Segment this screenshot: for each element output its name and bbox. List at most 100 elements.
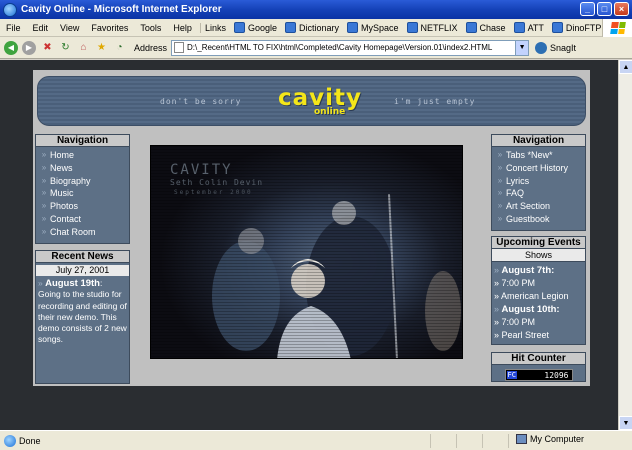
back-arrow-icon[interactable]: ◀ bbox=[4, 40, 18, 55]
event-date: » August 10th: bbox=[494, 304, 560, 315]
address-dropdown-icon[interactable]: ▼ bbox=[516, 39, 530, 56]
event-place: » American Legion bbox=[494, 291, 569, 301]
right-nav-heading: Navigation bbox=[492, 135, 585, 147]
maximize-button[interactable]: □ bbox=[597, 2, 612, 16]
history-icon[interactable]: ◔ bbox=[113, 41, 126, 54]
status-bar: Done My Computer bbox=[0, 430, 632, 450]
scroll-up-icon[interactable]: ▲ bbox=[619, 60, 632, 74]
link-chase[interactable]: Chase bbox=[462, 22, 510, 33]
window-controls: _ □ × bbox=[580, 2, 629, 16]
news-entry: » August 19th: Going to the studio for r… bbox=[38, 278, 127, 345]
refresh-icon[interactable]: ↻ bbox=[59, 41, 72, 54]
ie-icon bbox=[3, 2, 17, 17]
nav-item-biography[interactable]: » Biography bbox=[38, 175, 129, 188]
photo-caption-names: Seth Colin Devin bbox=[170, 178, 264, 187]
nav-item-art-section[interactable]: » Art Section bbox=[494, 200, 585, 213]
security-zone: My Computer bbox=[516, 434, 584, 444]
link-att[interactable]: ATT bbox=[510, 22, 548, 33]
nav-item-chat-room[interactable]: » Chat Room bbox=[38, 226, 129, 239]
nav-item-tabs[interactable]: » Tabs *New* bbox=[494, 149, 585, 162]
news-date: July 27, 2001 bbox=[36, 265, 129, 276]
bullet-icon: » bbox=[497, 150, 503, 159]
nav-item-photos[interactable]: » Photos bbox=[38, 200, 129, 213]
bullet-icon: » bbox=[41, 213, 47, 223]
hit-counter[interactable]: FC 12096 bbox=[504, 369, 573, 381]
site-banner: don't be sorry cavity online i'm just em… bbox=[37, 76, 586, 126]
nav-item-concert-history[interactable]: » Concert History bbox=[494, 162, 585, 175]
banner-tagline-left: don't be sorry bbox=[160, 97, 242, 106]
status-text: Done bbox=[19, 435, 41, 446]
scroll-down-icon[interactable]: ▼ bbox=[619, 416, 632, 430]
favorites-star-icon[interactable]: ★ bbox=[95, 41, 108, 54]
page-icon bbox=[465, 22, 477, 33]
window-title: Cavity Online - Microsoft Internet Explo… bbox=[21, 4, 222, 15]
events-panel: Upcoming Events Shows » August 7th: » 7:… bbox=[491, 236, 586, 345]
menu-bar: File Edit View Favorites Tools Help Link… bbox=[0, 19, 632, 37]
page-status-icon bbox=[4, 434, 16, 447]
page-icon bbox=[284, 22, 296, 33]
event-time: » 7:00 PM bbox=[494, 317, 536, 327]
hit-counter-heading: Hit Counter bbox=[492, 353, 585, 365]
bullet-icon: » bbox=[41, 226, 47, 236]
menu-help[interactable]: Help bbox=[167, 23, 198, 33]
nav-item-faq[interactable]: » FAQ bbox=[494, 187, 585, 200]
minimize-button[interactable]: _ bbox=[580, 2, 595, 16]
menu-edit[interactable]: Edit bbox=[27, 23, 55, 33]
link-myspace[interactable]: MySpace bbox=[343, 22, 403, 33]
menu-view[interactable]: View bbox=[54, 23, 85, 33]
address-input[interactable]: D:\_Recent\HTML TO FIX\html\Completed\Ca… bbox=[171, 39, 517, 56]
address-toolbar: ◀ ▶ ✖ ↻ ⌂ ★ ◔ Address D:\_Recent\HTML TO… bbox=[0, 37, 632, 59]
nav-item-music[interactable]: » Music bbox=[38, 187, 129, 200]
bullet-icon: » bbox=[497, 162, 503, 172]
right-nav-panel: Navigation » Tabs *New* » Concert History … bbox=[491, 134, 586, 231]
windows-logo-icon bbox=[602, 19, 632, 37]
news-entry-text: Going to the studio for recording and ed… bbox=[38, 289, 127, 345]
link-google[interactable]: Google bbox=[230, 22, 281, 33]
nav-item-news[interactable]: » News bbox=[38, 162, 129, 175]
google-icon bbox=[233, 22, 245, 33]
link-dinoftp[interactable]: DinoFTP bbox=[548, 22, 606, 33]
menu-tools[interactable]: Tools bbox=[134, 23, 167, 33]
bullet-icon: » bbox=[494, 265, 502, 275]
links-label: Links bbox=[199, 22, 230, 33]
menu-favorites[interactable]: Favorites bbox=[85, 23, 134, 33]
hit-counter-panel: Hit Counter FC 12096 bbox=[491, 352, 586, 382]
page-icon bbox=[347, 22, 358, 33]
nav-item-lyrics[interactable]: » Lyrics bbox=[494, 175, 585, 188]
snagit-icon bbox=[535, 41, 548, 54]
counter-value: 12096 bbox=[544, 370, 569, 380]
vertical-scrollbar[interactable]: ▲ ▼ bbox=[618, 60, 632, 430]
link-netflix[interactable]: NETFLIX bbox=[403, 22, 462, 33]
window-title-bar[interactable]: Cavity Online - Microsoft Internet Explo… bbox=[0, 0, 632, 19]
nav-item-contact[interactable]: » Contact bbox=[38, 213, 129, 226]
event-place: » Pearl Street bbox=[494, 330, 550, 340]
recent-news-heading: Recent News bbox=[36, 251, 129, 263]
link-dictionary[interactable]: Dictionary bbox=[281, 22, 343, 33]
left-nav-heading: Navigation bbox=[36, 135, 129, 147]
home-icon[interactable]: ⌂ bbox=[77, 41, 90, 54]
bullet-icon: » bbox=[41, 175, 47, 185]
bullet-icon: » bbox=[497, 175, 503, 185]
left-nav-panel: Navigation » Home » News » Biography » Music… bbox=[35, 134, 130, 244]
nav-item-guestbook[interactable]: » Guestbook bbox=[494, 213, 585, 226]
site-container: don't be sorry cavity online i'm just em… bbox=[33, 70, 590, 386]
event-date: » August 7th: bbox=[494, 265, 555, 276]
event-time: » 7:00 PM bbox=[494, 278, 536, 288]
bullet-icon: » bbox=[497, 213, 503, 223]
snagit-button[interactable]: SnagIt bbox=[535, 41, 576, 54]
page-icon bbox=[551, 22, 563, 33]
close-button[interactable]: × bbox=[614, 2, 629, 16]
menu-file[interactable]: File bbox=[0, 23, 27, 33]
computer-icon bbox=[516, 434, 527, 444]
forward-arrow-icon[interactable]: ▶ bbox=[22, 40, 36, 55]
stop-icon[interactable]: ✖ bbox=[41, 41, 54, 54]
bullet-icon: » bbox=[41, 201, 47, 211]
site-logo[interactable]: cavity online bbox=[278, 85, 368, 121]
bullet-icon: » bbox=[494, 304, 502, 314]
bullet-icon: » bbox=[41, 150, 47, 159]
page-icon bbox=[174, 42, 185, 53]
page-icon bbox=[406, 22, 418, 33]
bullet-icon: » bbox=[497, 188, 503, 198]
nav-item-home[interactable]: » Home bbox=[38, 149, 129, 162]
address-value: D:\_Recent\HTML TO FIX\html\Completed\Ca… bbox=[187, 43, 493, 52]
